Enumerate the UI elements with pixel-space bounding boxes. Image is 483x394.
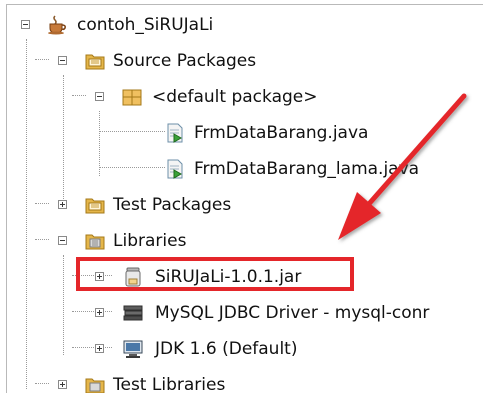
collapse-toggle[interactable]	[95, 92, 104, 101]
tree-item-label: FrmDataBarang_lama.java	[194, 159, 420, 179]
tree-item-default-package[interactable]: <default package>	[7, 79, 483, 115]
tree-item-label: <default package>	[152, 87, 318, 107]
collapse-toggle[interactable]	[58, 56, 67, 65]
test-library-folder-icon	[85, 378, 105, 393]
collapse-toggle[interactable]	[58, 236, 67, 245]
tree-item-label: Test Packages	[113, 195, 232, 215]
tree-item-source-packages[interactable]: Source Packages	[7, 43, 483, 79]
tree-item-label: JDK 1.6 (Default)	[155, 339, 298, 359]
tree-item-label: FrmDataBarang.java	[194, 123, 369, 143]
collapse-toggle[interactable]	[21, 20, 30, 29]
library-folder-icon	[85, 234, 105, 250]
expand-toggle[interactable]	[58, 380, 67, 389]
tree-item-label: contoh_SiRUJaLi	[77, 15, 214, 35]
package-icon	[122, 89, 142, 106]
test-folder-icon	[85, 198, 105, 214]
highlight-box	[76, 257, 354, 291]
project-tree-panel: contoh_SiRUJaLi Source Packages <default…	[6, 4, 483, 393]
tree-item-file[interactable]: FrmDataBarang_lama.java	[7, 151, 483, 187]
java-file-icon	[167, 123, 183, 143]
tree-item-test-libraries[interactable]: Test Libraries	[7, 367, 483, 393]
tree-item-label: Test Libraries	[113, 375, 226, 393]
books-icon	[123, 305, 143, 321]
tree-item-label: MySQL JDBC Driver - mysql-conr	[155, 303, 430, 323]
tree-item-test-packages[interactable]: Test Packages	[7, 187, 483, 223]
tree-item-project[interactable]: contoh_SiRUJaLi	[7, 7, 483, 43]
source-folder-icon	[85, 54, 105, 70]
tree-item-file[interactable]: FrmDataBarang.java	[7, 115, 483, 151]
expand-toggle[interactable]	[95, 344, 104, 353]
java-file-icon	[167, 159, 183, 179]
tree-item-label: Libraries	[113, 231, 187, 251]
expand-toggle[interactable]	[95, 308, 104, 317]
expand-toggle[interactable]	[58, 200, 67, 209]
tree-item-library[interactable]: MySQL JDBC Driver - mysql-conr	[7, 295, 483, 331]
tree-item-jdk[interactable]: JDK 1.6 (Default)	[7, 331, 483, 367]
tree-item-libraries[interactable]: Libraries	[7, 223, 483, 259]
project-coffee-icon	[48, 15, 66, 35]
jdk-monitor-icon	[123, 340, 143, 358]
tree-item-label: Source Packages	[113, 51, 257, 71]
